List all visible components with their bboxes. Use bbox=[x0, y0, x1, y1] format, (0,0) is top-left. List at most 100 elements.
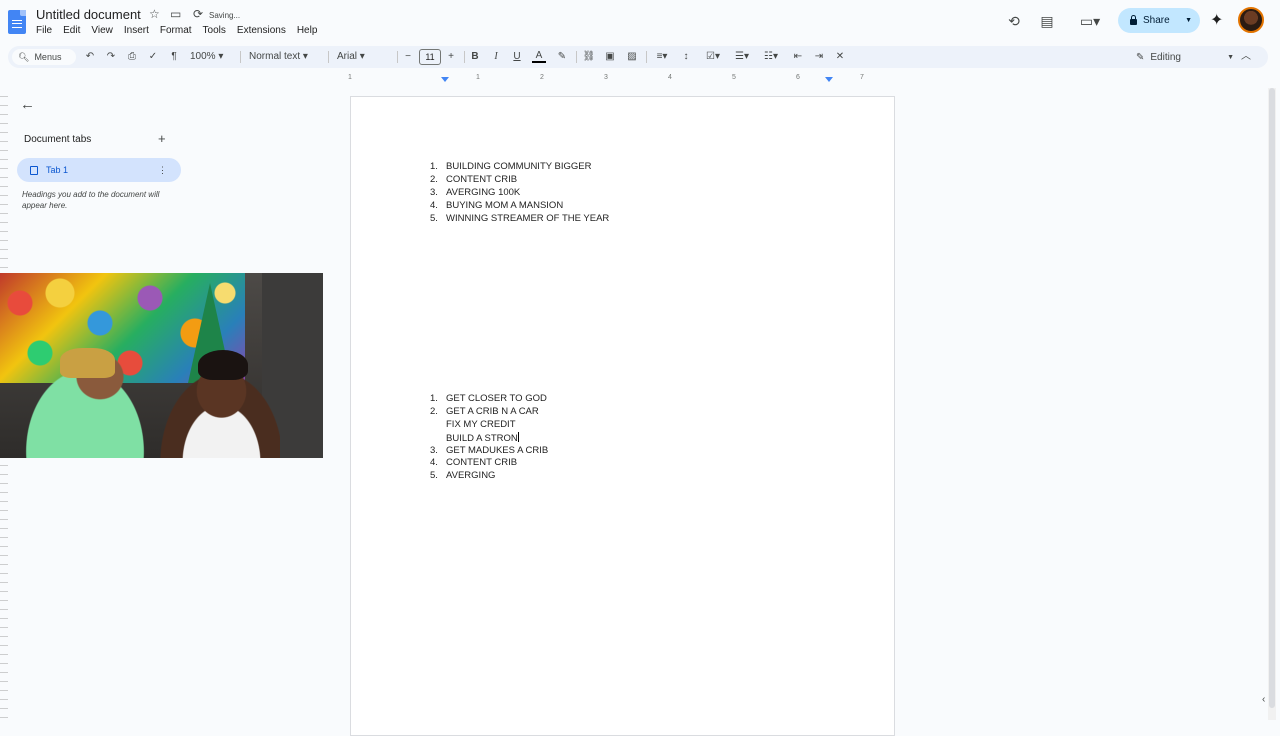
list-item[interactable]: 5. AVERGING bbox=[430, 470, 548, 483]
docs-logo-icon[interactable] bbox=[8, 10, 26, 34]
editing-mode-select[interactable]: ✎ Editing ▼ bbox=[1130, 49, 1234, 65]
version-history-icon[interactable]: ⟲ bbox=[1004, 11, 1024, 31]
list-item[interactable]: FIX MY CREDIT bbox=[430, 419, 548, 432]
more-options-icon[interactable]: ⋮ bbox=[158, 165, 167, 176]
list-item[interactable]: 2. GET A CRIB N A CAR bbox=[430, 406, 548, 419]
decrease-font-size-icon[interactable]: − bbox=[402, 49, 414, 65]
menu-edit[interactable]: Edit bbox=[63, 25, 80, 36]
scrollbar-thumb[interactable] bbox=[1269, 88, 1275, 708]
line-spacing-icon[interactable]: ↕ bbox=[679, 49, 693, 65]
app-header: Untitled document ☆ ▭ ⟳ Saving... File E… bbox=[0, 0, 1280, 44]
list-number: 5. bbox=[430, 470, 438, 482]
document-tabs-title: Document tabs bbox=[24, 134, 92, 145]
menu-file[interactable]: File bbox=[36, 25, 52, 36]
menu-help[interactable]: Help bbox=[297, 25, 318, 36]
italic-icon[interactable]: I bbox=[490, 49, 502, 65]
list-number: 3. bbox=[430, 444, 438, 456]
list-item[interactable]: 1. BUILDING COMMUNITY BIGGER bbox=[430, 161, 609, 174]
pencil-icon: ✎ bbox=[1136, 51, 1145, 63]
list-item[interactable]: 4. BUYING MOM A MANSION bbox=[430, 200, 609, 213]
list-item[interactable]: 4. CONTENT CRIB bbox=[430, 457, 548, 470]
list-text: AVERGING 100K bbox=[446, 186, 521, 198]
list-item[interactable]: 3. GET MADUKES A CRIB bbox=[430, 445, 548, 458]
lock-icon bbox=[1130, 14, 1137, 25]
spellcheck-icon[interactable]: ✓ bbox=[146, 49, 160, 65]
list-item[interactable]: 5. WINNING STREAMER OF THE YEAR bbox=[430, 213, 609, 226]
headings-hint: Headings you add to the document will ap… bbox=[22, 190, 160, 210]
add-tab-icon[interactable]: + bbox=[158, 131, 166, 146]
increase-font-size-icon[interactable]: + bbox=[445, 49, 457, 65]
ruler-number: 2 bbox=[540, 74, 544, 81]
redo-icon[interactable]: ↷ bbox=[104, 49, 118, 65]
collapse-toolbar-icon[interactable]: ︿ bbox=[1239, 49, 1253, 65]
bold-icon[interactable]: B bbox=[469, 49, 481, 65]
clear-formatting-icon[interactable]: ✕ bbox=[833, 49, 847, 65]
divider bbox=[328, 51, 329, 63]
underline-icon[interactable]: U bbox=[511, 49, 523, 65]
list-number: 1. bbox=[430, 161, 438, 172]
indent-marker-left[interactable] bbox=[441, 77, 449, 82]
zoom-select[interactable]: 100% ▾ bbox=[190, 49, 232, 65]
list-item[interactable]: BUILD A STRON bbox=[430, 431, 548, 445]
list-text: GET MADUKES A CRIB bbox=[446, 444, 549, 456]
person-right bbox=[150, 350, 280, 458]
meet-video-icon[interactable]: ▭▾ bbox=[1073, 11, 1107, 31]
back-arrow-icon[interactable]: ← bbox=[20, 96, 35, 113]
checklist-icon[interactable]: ☑▾ bbox=[702, 49, 724, 65]
list-item[interactable]: 1. GET CLOSER TO GOD bbox=[430, 393, 548, 406]
gemini-sparkle-icon[interactable]: ✦ bbox=[1210, 10, 1223, 30]
font-size-input[interactable]: 11 bbox=[419, 49, 441, 65]
text-color-icon[interactable]: A bbox=[532, 49, 546, 63]
tab-1[interactable]: Tab 1 ⋮ bbox=[17, 158, 181, 182]
add-comment-icon[interactable]: ▣ bbox=[603, 49, 617, 65]
list-item[interactable]: 3. AVERGING 100K bbox=[430, 187, 609, 200]
paragraph-style-select[interactable]: Normal text ▾ bbox=[249, 49, 321, 65]
insert-image-icon[interactable]: ▨ bbox=[625, 49, 639, 65]
save-status: Saving... bbox=[209, 11, 241, 20]
horizontal-ruler[interactable]: 1 1 2 3 4 5 6 7 bbox=[348, 73, 895, 85]
link-icon[interactable]: ⛓ bbox=[582, 49, 596, 65]
share-button[interactable]: Share ▼ bbox=[1118, 8, 1200, 33]
list-item[interactable]: 2. CONTENT CRIB bbox=[430, 174, 609, 187]
bulleted-list-icon[interactable]: ☰▾ bbox=[731, 49, 753, 65]
comments-icon[interactable]: ▤ bbox=[1037, 11, 1057, 31]
menu-tools[interactable]: Tools bbox=[203, 25, 226, 36]
numbered-list: 1. GET CLOSER TO GOD 2. GET A CRIB N A CAR… bbox=[430, 393, 548, 483]
menu-extensions[interactable]: Extensions bbox=[237, 25, 286, 36]
numbered-list: 1. BUILDING COMMUNITY BIGGER 2. CONTENT CR… bbox=[430, 161, 609, 225]
decrease-indent-icon[interactable]: ⇤ bbox=[791, 49, 805, 65]
print-icon[interactable]: ⎙ bbox=[125, 49, 139, 65]
search-icon: 🔍︎ bbox=[18, 51, 30, 62]
webcam-overlay bbox=[0, 273, 323, 458]
paint-format-icon[interactable]: ¶ bbox=[167, 49, 181, 65]
increase-indent-icon[interactable]: ⇥ bbox=[812, 49, 826, 65]
list-text: GET A CRIB N A CAR bbox=[446, 405, 539, 417]
align-icon[interactable]: ≡▾ bbox=[651, 49, 673, 65]
ruler-number: 1 bbox=[476, 74, 480, 81]
list-text: GET CLOSER TO GOD bbox=[446, 393, 547, 404]
document-title[interactable]: Untitled document bbox=[36, 7, 141, 22]
text-cursor bbox=[517, 431, 519, 442]
divider bbox=[576, 51, 577, 63]
indent-marker-right[interactable] bbox=[825, 77, 833, 82]
undo-icon[interactable]: ↶ bbox=[83, 49, 97, 65]
side-panel-toggle-icon[interactable]: ‹ bbox=[1262, 694, 1265, 705]
move-folder-icon[interactable]: ▭ bbox=[170, 7, 181, 21]
avatar[interactable] bbox=[1238, 7, 1264, 33]
document-page[interactable]: 1. BUILDING COMMUNITY BIGGER 2. CONTENT CR… bbox=[350, 96, 895, 736]
menu-format[interactable]: Format bbox=[160, 25, 192, 36]
menu-insert[interactable]: Insert bbox=[124, 25, 149, 36]
document-icon bbox=[30, 165, 38, 175]
person-left bbox=[10, 348, 160, 458]
numbered-list-icon[interactable]: ☷▾ bbox=[760, 49, 782, 65]
ruler-number: 4 bbox=[668, 74, 672, 81]
highlight-icon[interactable]: ✎ bbox=[555, 49, 569, 65]
ruler-number: 3 bbox=[604, 74, 608, 81]
toolbar: 🔍︎ Menus ↶ ↷ ⎙ ✓ ¶ 100% ▾ Normal text ▾ … bbox=[8, 46, 1268, 68]
menu-view[interactable]: View bbox=[91, 25, 113, 36]
font-select[interactable]: Arial ▾ bbox=[337, 49, 391, 65]
list-text: CONTENT CRIB bbox=[446, 173, 518, 185]
menus-search-button[interactable]: 🔍︎ Menus bbox=[12, 49, 76, 65]
list-text: BUILD A STRON bbox=[446, 432, 518, 444]
star-icon[interactable]: ☆ bbox=[149, 7, 160, 21]
